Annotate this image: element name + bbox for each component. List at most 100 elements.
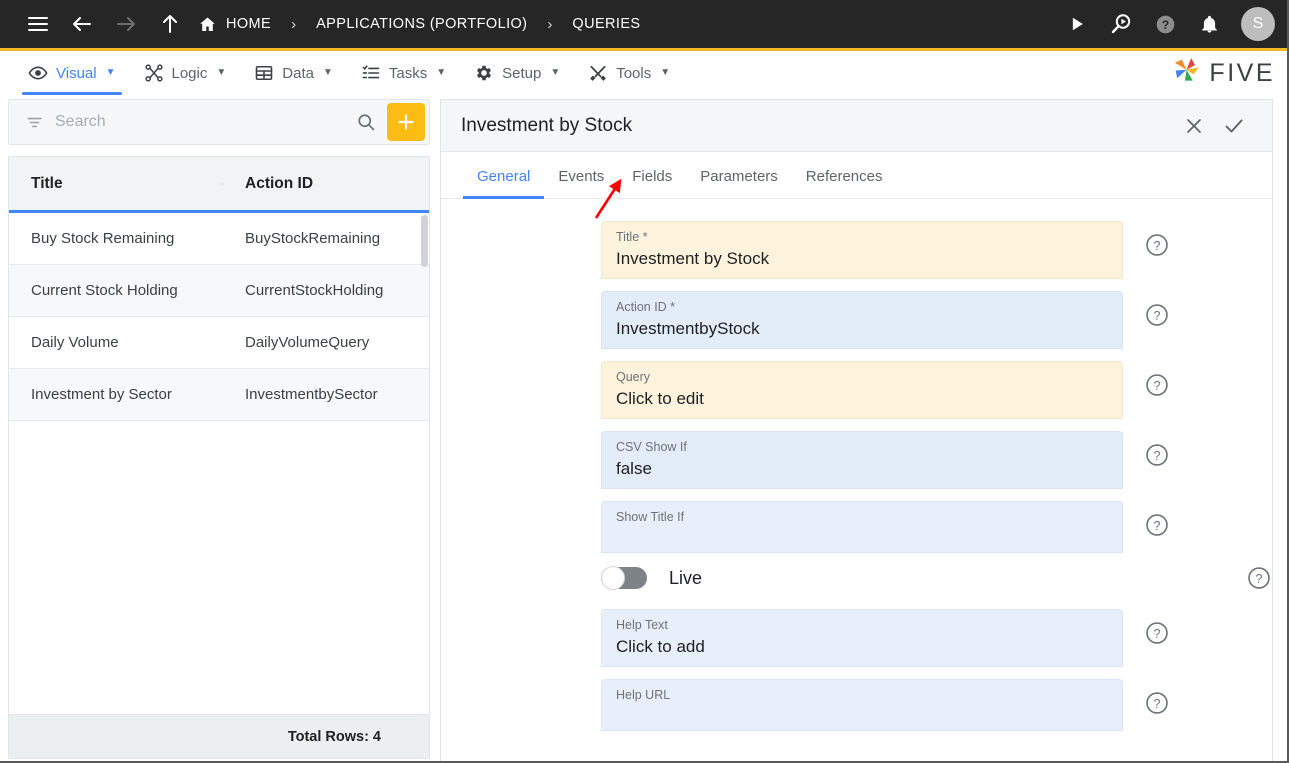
sidebar: Title Action ID Buy Stock Remaining BuyS…	[8, 99, 430, 759]
topbar-right-group: ? S	[1055, 2, 1277, 46]
menu-item-setup[interactable]: Setup ▼	[460, 51, 574, 95]
check-icon[interactable]	[1214, 106, 1254, 146]
question-circle-icon[interactable]: ?	[1144, 442, 1170, 468]
chevron-down-icon: ▼	[660, 67, 671, 78]
csv-show-if-field[interactable]: CSV Show If false	[601, 431, 1123, 489]
help-circle-icon[interactable]: ?	[1143, 2, 1187, 46]
show-title-if-label: Show Title If	[616, 510, 685, 524]
cell-title: Daily Volume	[31, 334, 119, 351]
gear-icon	[474, 63, 494, 83]
search-play-icon[interactable]	[1099, 2, 1143, 46]
breadcrumb-separator-2: ›	[547, 15, 553, 33]
question-circle-icon[interactable]: ?	[1144, 232, 1170, 258]
field-row-show-title-if: Show Title If ?	[441, 501, 1272, 553]
query-list-card: Title Action ID Buy Stock Remaining BuyS…	[8, 156, 430, 759]
action-id-field-value: InvestmentbyStock	[616, 319, 760, 338]
field-row-csv-show-if: CSV Show If false ?	[441, 431, 1272, 489]
page-title: Investment by Stock	[461, 114, 633, 136]
column-header-action-id[interactable]: Action ID	[223, 175, 429, 193]
table-row[interactable]: Daily Volume DailyVolumeQuery	[9, 317, 429, 369]
tab-events[interactable]: Events	[544, 168, 618, 198]
breadcrumb-label-applications: APPLICATIONS (PORTFOLIO)	[316, 16, 528, 32]
toggle-knob	[601, 566, 625, 590]
column-header-title[interactable]: Title	[9, 175, 223, 193]
show-title-if-field[interactable]: Show Title If	[601, 501, 1123, 553]
question-circle-icon[interactable]: ?	[1144, 302, 1170, 328]
detail-panel: Investment by Stock General Events Field…	[440, 99, 1273, 761]
avatar[interactable]: S	[1241, 7, 1275, 41]
svg-text:?: ?	[1154, 309, 1161, 323]
help-text-field[interactable]: Help Text Click to add	[601, 609, 1123, 667]
search-icon[interactable]	[349, 112, 383, 132]
csv-show-if-label: CSV Show If	[616, 440, 687, 454]
svg-text:?: ?	[1154, 449, 1161, 463]
chevron-down-icon: ▼	[436, 67, 447, 78]
bell-icon[interactable]	[1187, 2, 1231, 46]
breadcrumb-item-applications[interactable]: APPLICATIONS (PORTFOLIO)	[310, 16, 533, 32]
title-field-label: Title *	[616, 230, 648, 244]
field-row-query: Query Click to edit ?	[441, 361, 1272, 419]
avatar-initial: S	[1252, 15, 1264, 32]
menu-item-data[interactable]: Data ▼	[240, 51, 347, 95]
brand-text: FIVE	[1209, 58, 1275, 87]
cell-title: Current Stock Holding	[31, 282, 178, 299]
search-input[interactable]	[49, 112, 349, 132]
eye-icon	[28, 63, 48, 83]
svg-text:?: ?	[1154, 519, 1161, 533]
cell-action-id: DailyVolumeQuery	[245, 334, 370, 351]
question-circle-icon[interactable]: ?	[1144, 512, 1170, 538]
query-list-header: Title Action ID	[9, 157, 429, 213]
action-id-field[interactable]: Action ID * InvestmentbyStock	[601, 291, 1123, 349]
chevron-down-icon: ▼	[550, 67, 561, 78]
question-circle-icon[interactable]: ?	[1144, 690, 1170, 716]
question-circle-icon[interactable]: ?	[1144, 620, 1170, 646]
add-query-button[interactable]	[387, 103, 425, 141]
close-icon[interactable]	[1174, 106, 1214, 146]
arrow-right-icon[interactable]	[104, 2, 148, 46]
breadcrumb-item-queries[interactable]: QUERIES	[566, 16, 646, 32]
query-list-body: Buy Stock Remaining BuyStockRemaining Cu…	[9, 213, 429, 714]
detail-tabs: General Events Fields Parameters Referen…	[441, 152, 1272, 199]
svg-text:?: ?	[1154, 697, 1161, 711]
tab-general[interactable]: General	[463, 168, 545, 199]
cell-action-id: BuyStockRemaining	[245, 230, 381, 247]
breadcrumb-item-home[interactable]: HOME	[192, 15, 277, 34]
menu-label-data: Data	[282, 64, 314, 82]
breadcrumb-label-home: HOME	[226, 16, 272, 32]
menu-item-tasks[interactable]: Tasks ▼	[347, 51, 460, 95]
tab-fields[interactable]: Fields	[618, 168, 686, 198]
breadcrumb-separator: ›	[291, 15, 297, 33]
hamburger-icon[interactable]	[16, 2, 60, 46]
live-toggle-label: Live	[669, 567, 703, 588]
tab-parameters[interactable]: Parameters	[686, 168, 792, 198]
breadcrumb-label-queries: QUERIES	[572, 16, 641, 32]
tools-cross-icon	[588, 63, 608, 83]
live-toggle[interactable]	[601, 566, 647, 590]
question-circle-icon[interactable]: ?	[1246, 565, 1272, 591]
field-row-action-id: Action ID * InvestmentbyStock ?	[441, 291, 1272, 349]
menu-label-setup: Setup	[502, 64, 542, 82]
help-url-label: Help URL	[616, 688, 671, 702]
filter-icon[interactable]	[19, 113, 49, 132]
help-url-field[interactable]: Help URL	[601, 679, 1123, 731]
menu-item-tools[interactable]: Tools ▼	[574, 51, 684, 95]
tab-references[interactable]: References	[792, 168, 897, 198]
question-circle-icon[interactable]: ?	[1144, 372, 1170, 398]
query-field[interactable]: Query Click to edit	[601, 361, 1123, 419]
list-scrollbar[interactable]	[421, 215, 428, 267]
table-row[interactable]: Buy Stock Remaining BuyStockRemaining	[9, 213, 429, 265]
search-bar	[8, 99, 430, 145]
arrow-up-icon[interactable]	[148, 2, 192, 46]
menu-label-tasks: Tasks	[388, 64, 428, 82]
table-grid-icon	[254, 63, 274, 83]
menu-item-visual[interactable]: Visual ▼	[14, 51, 130, 95]
arrow-left-icon[interactable]	[60, 2, 104, 46]
table-row[interactable]: Current Stock Holding CurrentStockHoldin…	[9, 265, 429, 317]
menu-item-logic[interactable]: Logic ▼	[130, 51, 241, 95]
table-row[interactable]: Investment by Sector InvestmentbySector	[9, 369, 429, 421]
cell-title: Buy Stock Remaining	[31, 230, 175, 247]
title-field[interactable]: Title * Investment by Stock	[601, 221, 1123, 279]
query-field-label: Query	[616, 370, 651, 384]
run-icon[interactable]	[1055, 2, 1099, 46]
cell-action-id: CurrentStockHolding	[245, 282, 384, 299]
